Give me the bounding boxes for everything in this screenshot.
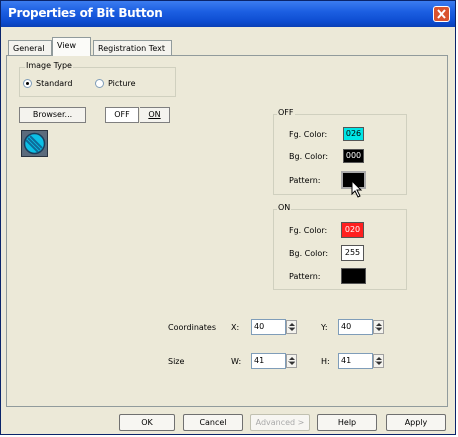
size-w-spinner[interactable] xyxy=(286,354,297,368)
cancel-button[interactable]: Cancel xyxy=(183,414,243,431)
off-fg-color-swatch[interactable]: 026 xyxy=(343,127,364,141)
tab-view[interactable]: View xyxy=(52,37,91,56)
on-fg-color-swatch[interactable]: 020 xyxy=(341,222,364,238)
size-w-input[interactable]: 41 xyxy=(251,353,286,369)
coord-y-input[interactable]: 40 xyxy=(338,319,373,335)
close-button[interactable] xyxy=(433,6,450,22)
cancel-button-label: Cancel xyxy=(199,418,227,427)
size-label: Size xyxy=(168,357,185,366)
off-fg-color-label: Fg. Color: xyxy=(289,130,328,139)
on-bg-color-label: Bg. Color: xyxy=(289,249,329,258)
coord-x-spinner[interactable] xyxy=(286,320,297,334)
off-fg-color-value: 026 xyxy=(345,129,362,138)
off-pattern-label: Pattern: xyxy=(289,176,321,185)
size-h-value: 41 xyxy=(341,356,352,365)
on-pattern-swatch[interactable] xyxy=(341,268,366,284)
tab-view-label: View xyxy=(57,41,76,50)
apply-button-label: Apply xyxy=(404,418,428,427)
on-bg-color-swatch[interactable]: 255 xyxy=(341,245,364,261)
tab-registration-text[interactable]: Registration Text xyxy=(93,40,172,55)
tab-registration-text-label: Registration Text xyxy=(98,44,165,53)
help-button-label: Help xyxy=(337,418,357,427)
on-fg-color-label: Fg. Color: xyxy=(289,226,328,235)
size-h-spinner[interactable] xyxy=(373,354,384,368)
size-h-input[interactable]: 41 xyxy=(338,353,373,369)
title-bar[interactable]: Properties of Bit Button xyxy=(1,1,455,27)
browser-button-label: Browser... xyxy=(32,110,73,119)
off-bg-color-label: Bg. Color: xyxy=(289,152,329,161)
button-preview-icon xyxy=(21,130,48,157)
ok-button-label: OK xyxy=(141,418,153,427)
tab-general[interactable]: General xyxy=(8,40,52,55)
size-w-value: 41 xyxy=(254,356,265,365)
help-button[interactable]: Help xyxy=(317,414,377,431)
size-h-label: H: xyxy=(321,357,330,366)
on-state-label: ON xyxy=(148,110,161,119)
mouse-cursor-icon xyxy=(351,180,363,198)
apply-button[interactable]: Apply xyxy=(386,414,446,431)
off-state-label: OFF xyxy=(114,110,130,119)
on-bg-color-value: 255 xyxy=(344,248,361,257)
on-pattern-label: Pattern: xyxy=(289,272,321,281)
coord-x-label: X: xyxy=(231,323,240,332)
coord-y-label: Y: xyxy=(321,323,328,332)
advanced-button-label: Advanced > xyxy=(255,418,305,427)
coord-y-value: 40 xyxy=(341,322,352,331)
ok-button[interactable]: OK xyxy=(119,414,175,431)
off-bg-color-value: 000 xyxy=(345,151,362,160)
coord-x-input[interactable]: 40 xyxy=(251,319,286,335)
standard-radio-label: Standard xyxy=(36,79,73,88)
on-state-button[interactable]: ON xyxy=(140,107,170,123)
advanced-button[interactable]: Advanced > xyxy=(250,414,310,431)
standard-radio[interactable] xyxy=(23,79,32,88)
off-group-legend: OFF xyxy=(277,108,295,117)
image-type-legend: Image Type xyxy=(25,61,73,70)
coord-x-value: 40 xyxy=(254,322,265,331)
window-title: Properties of Bit Button xyxy=(8,6,163,20)
off-state-button[interactable]: OFF xyxy=(105,107,139,123)
coordinates-label: Coordinates xyxy=(168,323,217,332)
close-icon xyxy=(437,9,446,19)
on-group-legend: ON xyxy=(277,203,292,212)
off-bg-color-swatch[interactable]: 000 xyxy=(343,149,364,163)
size-w-label: W: xyxy=(231,357,242,366)
picture-radio[interactable] xyxy=(95,79,104,88)
browser-button[interactable]: Browser... xyxy=(19,107,86,123)
on-fg-color-value: 020 xyxy=(344,225,361,234)
picture-radio-label: Picture xyxy=(108,79,136,88)
coord-y-spinner[interactable] xyxy=(373,320,384,334)
tab-general-label: General xyxy=(13,44,45,53)
